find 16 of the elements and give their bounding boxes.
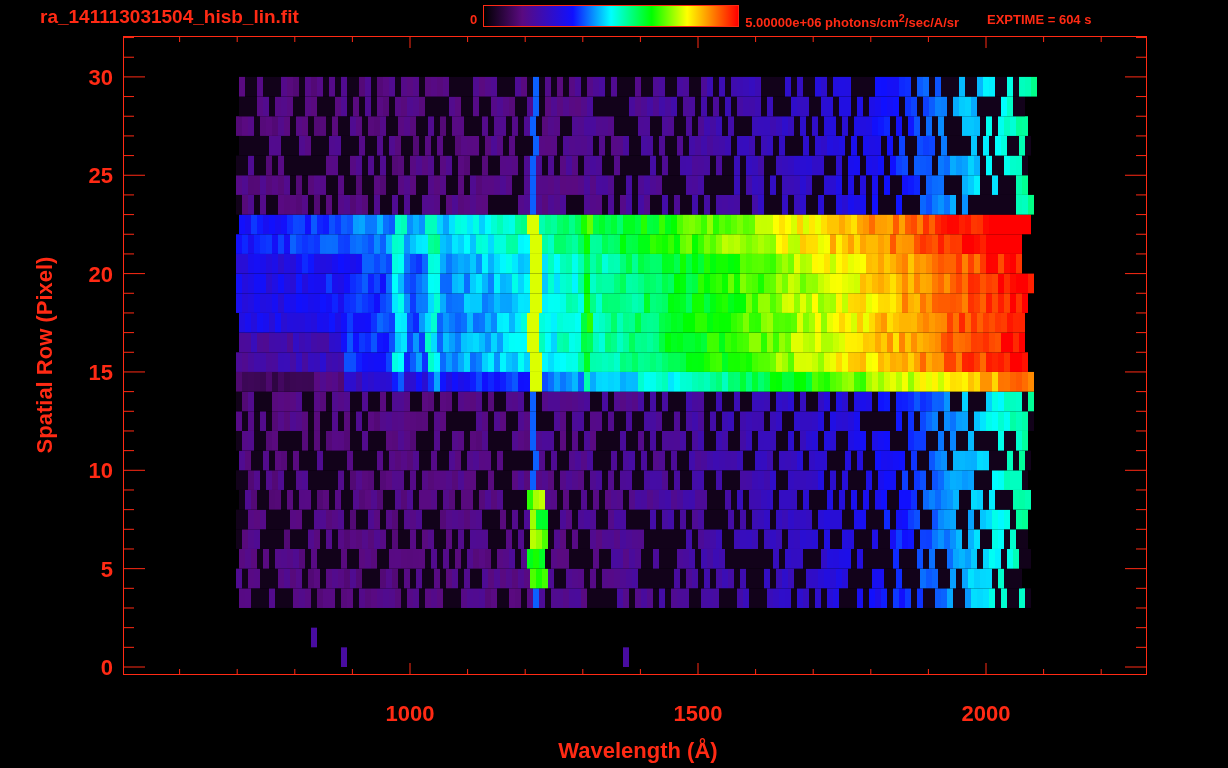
colorbar-max-label: 5.00000e+06 photons/cm$^{2}$/sec/A/sr xyxy=(745,12,960,31)
y-axis-title: Spatial Row (Pixel) xyxy=(32,256,57,454)
y-tick-label: 5 xyxy=(100,556,113,582)
y-tick-label: 20 xyxy=(88,261,113,287)
y-tick-label: 10 xyxy=(88,458,113,484)
y-tick-label: 25 xyxy=(88,163,113,189)
colorbar-min-label: 0 xyxy=(470,12,478,27)
x-tick-label: 1000 xyxy=(385,701,435,726)
x-tick-label: 2000 xyxy=(961,701,1011,726)
file-title: ra_141113031504_hisb_lin.fit xyxy=(40,6,300,28)
y-tick-label: 15 xyxy=(88,359,113,385)
x-axis-title: Wavelength (Å) xyxy=(558,738,718,763)
x-tick-label: 1500 xyxy=(673,701,723,726)
y-tick-label: 30 xyxy=(88,64,113,90)
exposure-time: EXPTIME = 604 s xyxy=(987,12,1092,27)
y-tick-label: 0 xyxy=(100,655,113,680)
